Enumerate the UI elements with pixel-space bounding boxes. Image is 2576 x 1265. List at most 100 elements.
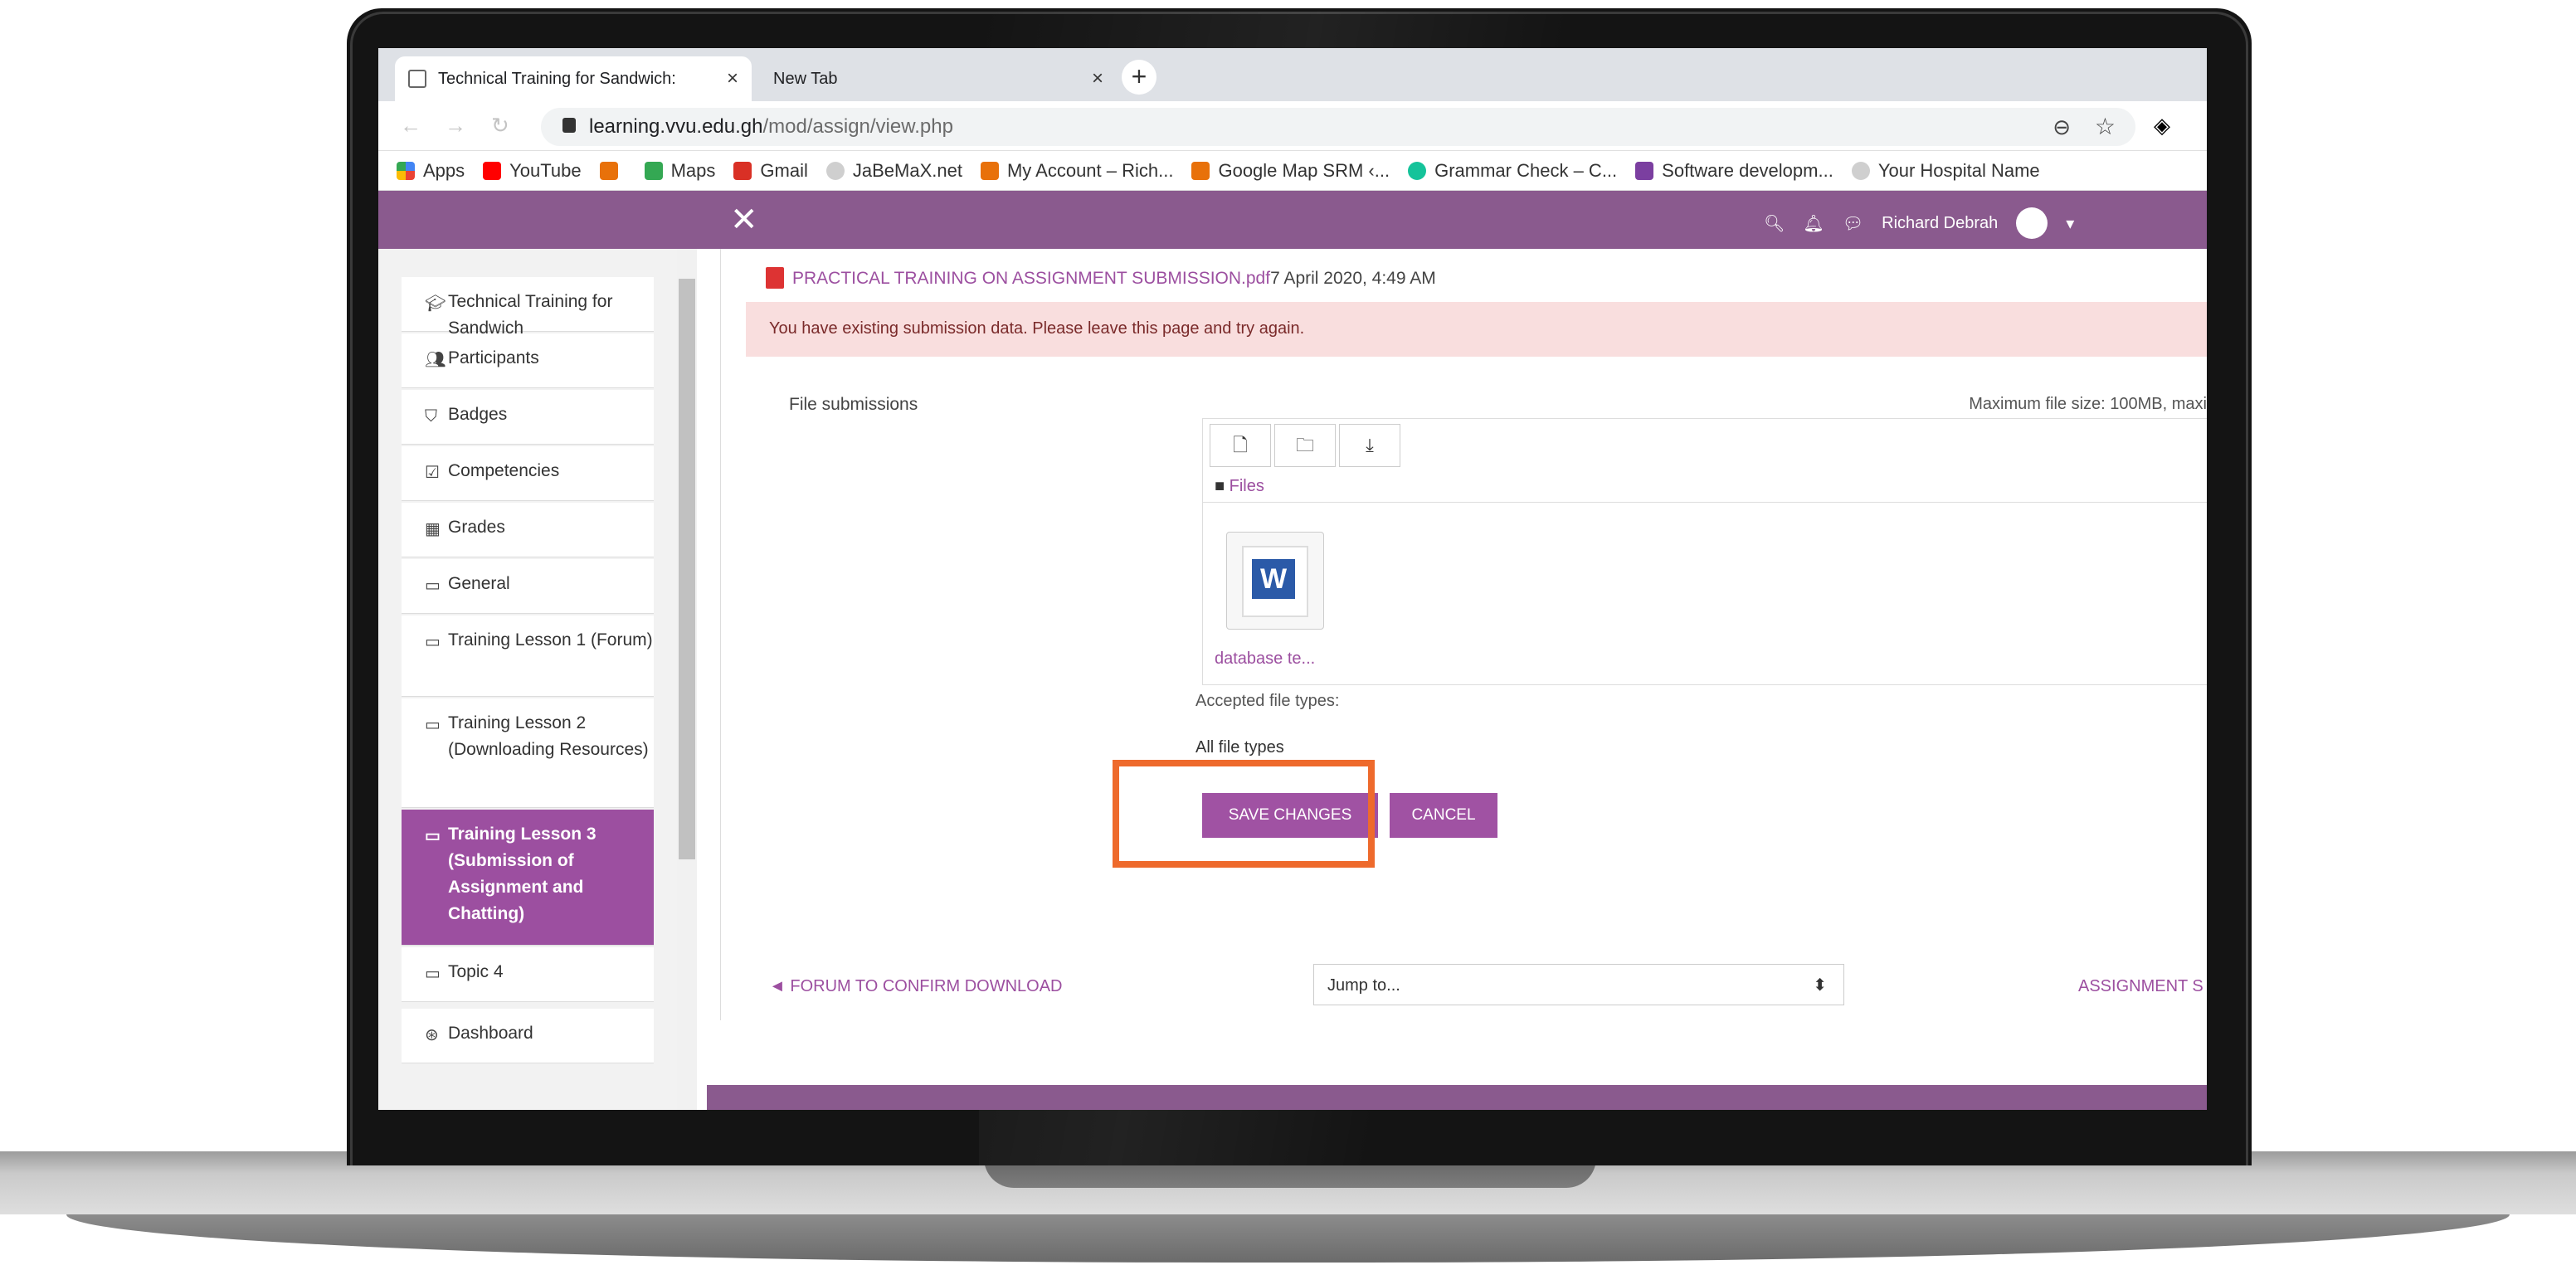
url-text: learning.vvu.edu.gh/mod/assign/view.php bbox=[589, 115, 953, 138]
chevron-down-icon[interactable]: ▾ bbox=[2066, 213, 2074, 234]
bookmark-unnamed[interactable] bbox=[599, 161, 626, 180]
pdf-date: 7 April 2020, 4:49 AM bbox=[1270, 269, 1436, 288]
file-name[interactable]: database te... bbox=[1215, 650, 1315, 669]
apps-icon bbox=[397, 161, 415, 180]
files-breadcrumb[interactable]: ■ Files bbox=[1215, 477, 1264, 496]
tab-technical-training[interactable]: Technical Training for Sandwich: × bbox=[395, 56, 752, 101]
course-sidebar: 🎓︎ Technical Training for Sandwich 👥︎ Part… bbox=[378, 249, 694, 1110]
previous-activity-link[interactable]: ◄ FORUM TO CONFIRM DOWNLOAD bbox=[769, 977, 1063, 996]
moodle-favicon-icon bbox=[408, 70, 426, 88]
all-file-types: All file types bbox=[1195, 738, 1284, 757]
sidebar-scrollbar[interactable] bbox=[677, 249, 697, 1110]
user-name[interactable]: Richard Debrah bbox=[1882, 214, 1998, 233]
youtube-icon bbox=[483, 161, 502, 180]
folder-icon: ▭ bbox=[425, 827, 441, 845]
next-activity-link[interactable]: ASSIGNMENT S bbox=[2078, 977, 2203, 996]
scrollbar-thumb[interactable] bbox=[679, 279, 695, 859]
cancel-button[interactable]: CANCEL bbox=[1390, 793, 1497, 838]
lock-icon bbox=[562, 118, 576, 133]
folder-icon: ▭ bbox=[425, 716, 441, 734]
sidebar-item-lesson-2[interactable]: ▭ Training Lesson 2 (Downloading Resource… bbox=[402, 698, 654, 808]
sidebar-item-lesson-3[interactable]: ▭ Training Lesson 3 (Submission of Assign… bbox=[402, 810, 654, 946]
extension-icon[interactable]: ◈ bbox=[2154, 113, 2170, 139]
browser-toolbar: ← → ↻ learning.vvu.edu.gh/mod/assign/vie… bbox=[378, 101, 2207, 151]
globe-icon bbox=[825, 161, 845, 180]
bolt-icon bbox=[1635, 161, 1654, 180]
browser-tab-bar: Technical Training for Sandwich: × New T… bbox=[378, 48, 2207, 101]
forward-arrow-icon[interactable]: → bbox=[445, 113, 466, 139]
download-icon[interactable]: ⤓ bbox=[1339, 424, 1400, 467]
bookmark-google-map[interactable]: Google Map SRM ‹... bbox=[1191, 160, 1390, 182]
grammarly-icon bbox=[1408, 161, 1427, 180]
accepted-file-types-label: Accepted file types: bbox=[1195, 692, 1340, 710]
bookmark-icon bbox=[980, 161, 999, 180]
tab-label: Technical Training for Sandwich: bbox=[438, 69, 676, 88]
pdf-icon bbox=[766, 267, 784, 289]
sidebar-item-lesson-1[interactable]: ▭ Training Lesson 1 (Forum) bbox=[402, 615, 654, 697]
moodle-header: ✕ 🔍︎ 🔔︎ 💬︎ Richard Debrah ▾ bbox=[378, 191, 2207, 249]
bookmark-maps[interactable]: Maps bbox=[644, 160, 715, 182]
word-file-icon[interactable]: W bbox=[1226, 532, 1324, 630]
graduation-cap-icon: 🎓︎ bbox=[425, 294, 446, 313]
highlight-box bbox=[1113, 760, 1375, 868]
jump-to-select[interactable]: Jump to... ⬍ bbox=[1313, 964, 1844, 1005]
sidebar-item-grades[interactable]: ▦ Grades bbox=[402, 503, 654, 557]
pdf-link[interactable]: PRACTICAL TRAINING ON ASSIGNMENT SUBMISS… bbox=[766, 267, 1436, 289]
sidebar-item-badges[interactable]: ⛉ Badges bbox=[402, 390, 654, 445]
sidebar-item-competencies[interactable]: ☑ Competencies bbox=[402, 446, 654, 501]
folder-icon: ■ bbox=[1215, 477, 1230, 495]
sidebar-item-course[interactable]: 🎓︎ Technical Training for Sandwich bbox=[402, 277, 654, 338]
sidebar-item-participants[interactable]: 👥︎ Participants bbox=[402, 333, 654, 388]
chat-icon[interactable]: 💬︎ bbox=[1843, 213, 1863, 234]
tab-close-icon[interactable]: × bbox=[1092, 67, 1103, 90]
checkbox-icon: ☑ bbox=[425, 464, 440, 482]
bookmark-youtube[interactable]: YouTube bbox=[483, 160, 582, 182]
bookmark-star-icon[interactable]: ☆ bbox=[2095, 113, 2116, 140]
alert-message: You have existing submission data. Pleas… bbox=[746, 302, 2207, 357]
gmail-icon bbox=[733, 161, 752, 180]
file-manager: 🗋 🗀 ⤓ ■ Files W database te... bbox=[1202, 418, 2207, 685]
users-icon: 👥︎ bbox=[425, 351, 446, 369]
maps-icon bbox=[644, 161, 663, 180]
bookmark-jabemax[interactable]: JaBeMaX.net bbox=[825, 160, 962, 182]
laptop-base-bottom bbox=[66, 1214, 2510, 1263]
folder-icon: ▭ bbox=[425, 965, 441, 983]
avatar[interactable] bbox=[2016, 207, 2048, 239]
bookmark-icon bbox=[1191, 161, 1210, 180]
bookmark-icon bbox=[599, 161, 618, 180]
create-folder-icon[interactable]: 🗀 bbox=[1274, 424, 1336, 467]
tab-new-tab[interactable]: New Tab × bbox=[760, 56, 1117, 101]
zoom-icon[interactable]: ⊖ bbox=[2053, 114, 2071, 140]
shield-icon: ⛉ bbox=[425, 407, 437, 426]
bookmark-gmail[interactable]: Gmail bbox=[733, 160, 808, 182]
tab-close-icon[interactable]: × bbox=[727, 67, 738, 90]
folder-icon: ▭ bbox=[425, 577, 441, 595]
add-file-icon[interactable]: 🗋 bbox=[1210, 424, 1271, 467]
sidebar-item-dashboard[interactable]: ⊛ Dashboard bbox=[402, 1009, 654, 1063]
globe-icon bbox=[1851, 161, 1870, 180]
bell-icon[interactable]: 🔔︎ bbox=[1803, 213, 1824, 234]
address-bar[interactable]: learning.vvu.edu.gh/mod/assign/view.php … bbox=[541, 108, 2135, 146]
divider bbox=[1203, 502, 2207, 503]
back-arrow-icon[interactable]: ← bbox=[400, 113, 421, 139]
reload-icon[interactable]: ↻ bbox=[491, 113, 509, 139]
sidebar-item-general[interactable]: ▭ General bbox=[402, 559, 654, 614]
screen: Technical Training for Sandwich: × New T… bbox=[378, 48, 2207, 1110]
bookmark-hospital[interactable]: Your Hospital Name bbox=[1851, 160, 2040, 182]
folder-icon: ▭ bbox=[425, 633, 441, 651]
bookmark-software[interactable]: Software developm... bbox=[1635, 160, 1833, 182]
bookmarks-bar: Apps YouTube Maps Gmail JaBeMaX.net My A… bbox=[378, 151, 2207, 191]
max-file-size: Maximum file size: 100MB, maxi bbox=[1969, 395, 2207, 413]
main-content: PRACTICAL TRAINING ON ASSIGNMENT SUBMISS… bbox=[720, 249, 2207, 1020]
file-submissions-label: File submissions bbox=[789, 395, 918, 414]
new-tab-button[interactable]: + bbox=[1122, 60, 1157, 95]
search-icon[interactable]: 🔍︎ bbox=[1764, 213, 1785, 234]
sidebar-item-topic-4[interactable]: ▭ Topic 4 bbox=[402, 947, 654, 1002]
tab-label: New Tab bbox=[773, 69, 838, 88]
bookmark-grammar[interactable]: Grammar Check – C... bbox=[1408, 160, 1617, 182]
close-drawer-icon[interactable]: ✕ bbox=[730, 201, 758, 239]
table-icon: ▦ bbox=[425, 520, 441, 538]
select-arrow-icon: ⬍ bbox=[1813, 976, 1827, 995]
bookmark-my-account[interactable]: My Account – Rich... bbox=[980, 160, 1173, 182]
bookmark-apps[interactable]: Apps bbox=[397, 160, 465, 182]
